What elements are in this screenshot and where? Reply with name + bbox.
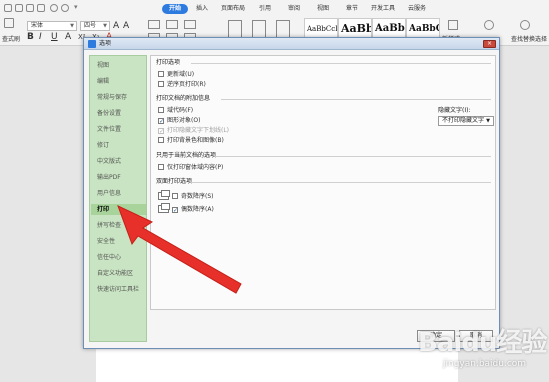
watermark-logo: Baidu经验	[418, 328, 547, 358]
pointer-arrow-shape	[117, 205, 242, 294]
pointer-arrow	[117, 205, 242, 294]
watermark-url: jingyan.baidu.com	[443, 359, 527, 369]
